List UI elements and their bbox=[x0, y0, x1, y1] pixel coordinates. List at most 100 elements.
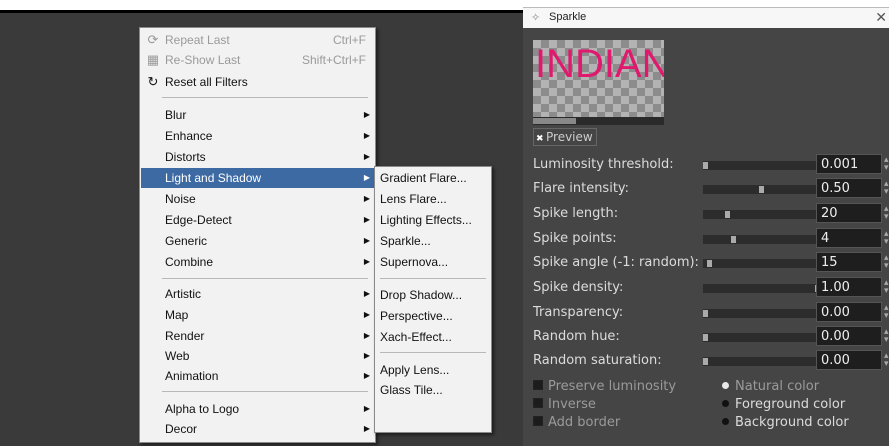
menu-item-map[interactable]: Map ▶ bbox=[141, 305, 374, 325]
preview-text: INDIAN bbox=[535, 42, 664, 86]
spike-density-input[interactable]: 1.00 bbox=[816, 277, 882, 297]
inverse-checkbox[interactable]: Inverse bbox=[533, 397, 596, 412]
menu-item-edge-detect[interactable]: Edge-Detect ▶ bbox=[141, 210, 374, 230]
menu-item-web[interactable]: Web ▶ bbox=[141, 346, 374, 366]
foreground-color-radio[interactable]: Foreground color bbox=[722, 397, 845, 412]
slider-handle[interactable] bbox=[703, 358, 708, 365]
random-saturation-slider[interactable] bbox=[703, 357, 820, 366]
spike-density-slider[interactable] bbox=[703, 284, 820, 293]
checkbox-box bbox=[533, 380, 543, 390]
submenu-item-perspective[interactable]: Perspective... bbox=[380, 306, 453, 326]
submenu-separator bbox=[380, 352, 486, 353]
submenu-arrow-icon: ▶ bbox=[363, 289, 370, 298]
submenu-item-drop-shadow[interactable]: Drop Shadow... bbox=[380, 285, 462, 305]
menu-item-label: Distorts bbox=[165, 150, 206, 164]
submenu-arrow-icon: ▶ bbox=[363, 194, 370, 203]
menu-item-shortcut: Shift+Ctrl+F bbox=[301, 53, 366, 67]
repeat-icon: ⟳ bbox=[147, 32, 159, 47]
submenu-item-lighting-effects[interactable]: Lighting Effects... bbox=[380, 210, 472, 230]
slider-handle[interactable] bbox=[725, 211, 730, 218]
menu-item-artistic[interactable]: Artistic ▶ bbox=[141, 284, 374, 304]
spike-angle-input[interactable]: 15 bbox=[816, 252, 882, 272]
preserve-luminosity-checkbox[interactable]: Preserve luminosity bbox=[533, 379, 676, 394]
menu-item-reshow-last[interactable]: ▦ Re-Show Last Shift+Ctrl+F bbox=[141, 50, 374, 70]
radio-label: Foreground color bbox=[735, 397, 846, 412]
spin-arrows-icon[interactable]: ▴ ▾ bbox=[884, 180, 889, 197]
flare-intensity-slider[interactable] bbox=[703, 185, 820, 194]
submenu-item-lens-flare[interactable]: Lens Flare... bbox=[380, 189, 447, 209]
submenu-item-glass-tile[interactable]: Glass Tile... bbox=[380, 380, 443, 400]
random-hue-input[interactable]: 0.00 bbox=[816, 326, 882, 346]
flare-intensity-input[interactable]: 0.50 bbox=[816, 178, 882, 198]
submenu-arrow-icon: ▶ bbox=[363, 152, 370, 161]
submenu-item-supernova[interactable]: Supernova... bbox=[380, 252, 448, 272]
menu-item-distorts[interactable]: Distorts ▶ bbox=[141, 147, 374, 167]
preview-progress-bar bbox=[533, 117, 664, 125]
spin-arrows-icon[interactable]: ▴ ▾ bbox=[884, 230, 889, 247]
random-saturation-row: Random saturation: 0.00 ▴ ▾ bbox=[533, 350, 889, 372]
menu-item-reset-all-filters[interactable]: ↻ Reset all Filters bbox=[141, 72, 374, 92]
add-border-checkbox[interactable]: Add border bbox=[533, 415, 620, 430]
slider-handle[interactable] bbox=[703, 310, 708, 317]
menu-item-combine[interactable]: Combine ▶ bbox=[141, 252, 374, 272]
menu-item-animation[interactable]: Animation ▶ bbox=[141, 366, 374, 386]
spike-angle-label: Spike angle (-1: random): bbox=[533, 255, 699, 270]
spin-arrows-icon[interactable]: ▴ ▾ bbox=[884, 254, 889, 271]
submenu-item-apply-lens[interactable]: Apply Lens... bbox=[380, 360, 449, 380]
dialog-titlebar[interactable]: ✧ Sparkle ✕ bbox=[523, 7, 889, 28]
spin-arrows-icon[interactable]: ▴ ▾ bbox=[884, 304, 889, 321]
preview-image[interactable]: INDIAN bbox=[533, 40, 664, 117]
random-saturation-input[interactable]: 0.00 bbox=[816, 350, 882, 370]
close-icon[interactable]: ✕ bbox=[875, 9, 887, 26]
menu-item-enhance[interactable]: Enhance ▶ bbox=[141, 126, 374, 146]
menu-separator bbox=[162, 391, 368, 392]
spike-angle-slider[interactable] bbox=[703, 259, 820, 268]
luminosity-threshold-input[interactable]: 0.001 bbox=[816, 154, 882, 174]
luminosity-threshold-slider[interactable] bbox=[703, 161, 820, 170]
radio-dot bbox=[722, 400, 729, 407]
spike-points-input[interactable]: 4 bbox=[816, 228, 882, 248]
slider-handle[interactable] bbox=[759, 186, 764, 193]
spin-arrows-icon[interactable]: ▴ ▾ bbox=[884, 279, 889, 296]
menu-item-generic[interactable]: Generic ▶ bbox=[141, 231, 374, 251]
menu-item-noise[interactable]: Noise ▶ bbox=[141, 189, 374, 209]
slider-handle[interactable] bbox=[707, 260, 712, 267]
submenu-item-gradient-flare[interactable]: Gradient Flare... bbox=[380, 168, 467, 188]
background-color-radio[interactable]: Background color bbox=[722, 415, 849, 430]
spike-length-row: Spike length: 20 ▴ ▾ bbox=[533, 203, 889, 225]
reshow-icon: ▦ bbox=[146, 52, 160, 67]
checkbox-check-icon: ✖ bbox=[536, 134, 544, 144]
preview-checkbox[interactable]: ✖ Preview bbox=[533, 128, 597, 146]
spike-length-slider[interactable] bbox=[703, 210, 820, 219]
menu-item-light-and-shadow[interactable]: Light and Shadow ▶ bbox=[141, 168, 374, 188]
checkbox-label: Add border bbox=[548, 415, 621, 430]
menu-item-render[interactable]: Render ▶ bbox=[141, 326, 374, 346]
random-hue-slider[interactable] bbox=[703, 333, 820, 342]
submenu-arrow-icon: ▶ bbox=[363, 110, 370, 119]
transparency-input[interactable]: 0.00 bbox=[816, 302, 882, 322]
spin-arrows-icon[interactable]: ▴ ▾ bbox=[884, 205, 889, 222]
radio-label: Background color bbox=[735, 415, 849, 430]
menu-item-repeat-last[interactable]: ⟳ Repeat Last Ctrl+F bbox=[141, 30, 374, 50]
spin-arrows-icon[interactable]: ▴ ▾ bbox=[884, 328, 889, 345]
submenu-item-sparkle[interactable]: Sparkle... bbox=[380, 231, 431, 251]
spin-arrows-icon[interactable]: ▴ ▾ bbox=[884, 156, 889, 173]
menu-item-decor[interactable]: Decor ▶ bbox=[141, 419, 374, 439]
menu-item-label: Render bbox=[165, 329, 205, 343]
flare-intensity-label: Flare intensity: bbox=[533, 181, 630, 196]
menu-item-alpha-to-logo[interactable]: Alpha to Logo ▶ bbox=[141, 399, 374, 419]
dialog-title: Sparkle bbox=[549, 11, 587, 23]
spike-length-input[interactable]: 20 bbox=[816, 203, 882, 223]
natural-color-radio[interactable]: Natural color bbox=[722, 379, 819, 394]
menu-item-label: Edge-Detect bbox=[165, 213, 232, 227]
sparkle-app-icon: ✧ bbox=[531, 12, 541, 24]
transparency-slider[interactable] bbox=[703, 309, 820, 318]
spin-arrows-icon[interactable]: ▴ ▾ bbox=[884, 352, 889, 369]
slider-handle[interactable] bbox=[731, 236, 736, 243]
submenu-item-xach-effect[interactable]: Xach-Effect... bbox=[380, 327, 452, 347]
spike-points-slider[interactable] bbox=[703, 235, 820, 244]
luminosity-threshold-row: Luminosity threshold: 0.001 ▴ ▾ bbox=[533, 154, 889, 176]
slider-handle[interactable] bbox=[703, 334, 708, 341]
menu-item-blur[interactable]: Blur ▶ bbox=[141, 105, 374, 125]
slider-handle[interactable] bbox=[703, 162, 708, 169]
